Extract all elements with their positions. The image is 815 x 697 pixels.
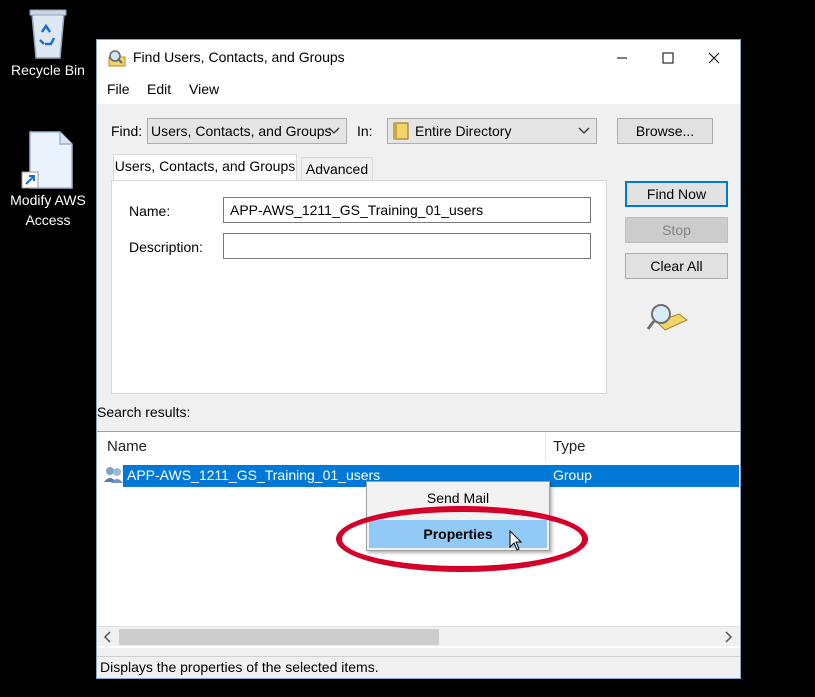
tab-advanced[interactable]: Advanced — [301, 157, 373, 181]
name-input[interactable]: APP-AWS_1211_GS_Training_01_users — [223, 197, 591, 223]
horizontal-scrollbar[interactable] — [97, 626, 740, 646]
window-title: Find Users, Contacts, and Groups — [133, 49, 345, 65]
title-bar[interactable]: Find Users, Contacts, and Groups — [97, 40, 740, 76]
menu-view[interactable]: View — [189, 81, 219, 97]
maximize-icon — [662, 52, 674, 64]
minimize-icon — [617, 57, 627, 59]
status-bar: Displays the properties of the selected … — [97, 656, 740, 678]
desktop-icon-recycle-bin[interactable]: Recycle Bin — [0, 4, 96, 80]
result-type: Group — [553, 467, 592, 483]
name-label: Name: — [129, 203, 171, 219]
find-type-value: Users, Contacts, and Groups — [151, 123, 332, 139]
clear-all-button[interactable]: Clear All — [625, 253, 728, 279]
column-header-name[interactable]: Name — [107, 432, 147, 462]
document-shortcut-icon — [21, 131, 73, 189]
scroll-left-icon — [103, 631, 111, 643]
find-label: Find: — [111, 123, 143, 139]
menu-edit[interactable]: Edit — [147, 81, 171, 97]
find-app-icon — [108, 50, 126, 67]
tab-users-contacts-groups[interactable]: Users, Contacts, and Groups — [113, 154, 297, 181]
desktop-icon-label: Modify AWS Access — [10, 192, 86, 228]
browse-button[interactable]: Browse... — [617, 118, 713, 144]
status-text: Displays the properties of the selected … — [100, 659, 379, 675]
scrollbar-thumb[interactable] — [119, 629, 439, 645]
result-name: APP-AWS_1211_GS_Training_01_users — [127, 467, 381, 483]
minimize-button[interactable] — [599, 40, 645, 76]
scroll-right-icon — [725, 631, 733, 643]
mouse-pointer-icon — [509, 530, 523, 551]
context-item-send-mail[interactable]: Send Mail — [369, 484, 547, 512]
close-button[interactable] — [691, 40, 737, 76]
column-header-type[interactable]: Type — [553, 432, 586, 462]
desktop-icon-modify-aws-access[interactable]: Modify AWS Access — [0, 130, 96, 230]
desktop-icon-label: Recycle Bin — [11, 62, 85, 78]
close-icon — [708, 52, 720, 64]
menu-file[interactable]: File — [107, 81, 130, 97]
group-users-icon — [104, 467, 123, 483]
directory-book-icon — [393, 122, 409, 140]
recycle-bin-icon — [29, 9, 67, 59]
in-scope-dropdown[interactable]: Entire Directory — [387, 118, 597, 144]
find-now-button[interactable]: Find Now — [625, 181, 728, 207]
magnifier-search-icon — [646, 304, 688, 331]
description-input[interactable] — [223, 233, 591, 259]
stop-button[interactable]: Stop — [625, 217, 728, 243]
in-scope-value: Entire Directory — [415, 123, 512, 139]
search-results-label: Search results: — [97, 404, 191, 420]
find-type-dropdown[interactable]: Users, Contacts, and Groups — [147, 118, 347, 144]
maximize-button[interactable] — [645, 40, 691, 76]
menu-bar: File Edit View — [97, 76, 740, 104]
description-label: Description: — [129, 239, 203, 255]
chevron-down-icon — [328, 127, 340, 134]
find-window: Find Users, Contacts, and Groups File Ed… — [96, 39, 741, 679]
in-label: In: — [357, 123, 373, 139]
chevron-down-icon — [578, 127, 590, 134]
